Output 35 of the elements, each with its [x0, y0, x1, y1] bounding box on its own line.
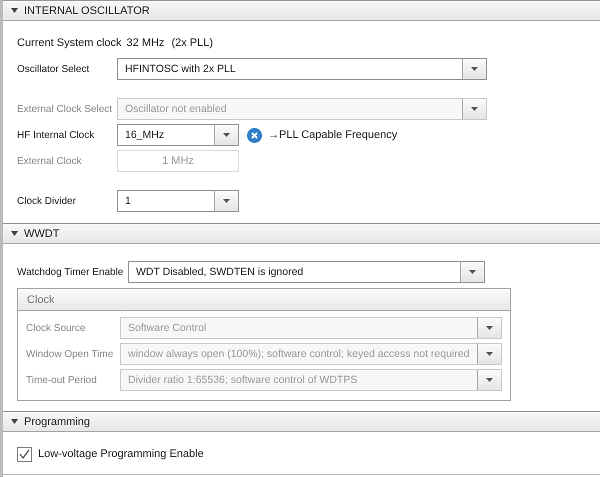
field-label: External Clock Select: [17, 104, 114, 114]
field-label: Clock Source: [26, 322, 86, 334]
caret-icon: [471, 67, 478, 71]
field-label: Clock Divider: [17, 196, 77, 206]
caret-icon: [223, 133, 230, 137]
caret-icon: [223, 199, 230, 203]
error-icon: [247, 128, 262, 142]
clock-note: (2x PLL): [171, 37, 214, 49]
checkbox[interactable]: [17, 446, 32, 462]
section-header[interactable]: WWDT: [3, 223, 600, 244]
dropdown[interactable]: 1: [117, 190, 239, 212]
warning-message: →PLL Capable Frequency: [268, 129, 398, 141]
caret-icon: [486, 352, 493, 356]
dropdown[interactable]: WDT Disabled, SWDTEN is ignored: [128, 261, 485, 283]
section-header[interactable]: Programming: [3, 411, 600, 432]
caret-icon: [11, 8, 18, 13]
caret-icon: [486, 326, 493, 330]
checkbox-label: Low-voltage Programming Enable: [38, 448, 204, 460]
caret-icon: [469, 270, 476, 274]
field-label: Current System clock: [17, 37, 122, 49]
caret-icon: [11, 231, 18, 236]
caret-icon: [486, 378, 493, 382]
field-label: Oscillator Select: [17, 64, 90, 74]
field-label: External Clock: [17, 156, 82, 166]
dropdown[interactable]: HFINTOSC with 2x PLL: [117, 58, 487, 80]
dropdown[interactable]: 16_MHz: [117, 124, 239, 146]
caret-icon: [471, 107, 478, 111]
field-label: HF Internal Clock: [17, 130, 96, 140]
field-label: Time-out Period: [26, 374, 98, 386]
section-header[interactable]: INTERNAL OSCILLATOR: [3, 0, 600, 21]
field-label: Watchdog Timer Enable: [17, 266, 124, 278]
group-title: Clock: [27, 294, 55, 306]
field-label: Window Open Time: [26, 348, 114, 360]
caret-icon: [11, 419, 18, 424]
clock-value: 32 MHz: [126, 37, 164, 49]
